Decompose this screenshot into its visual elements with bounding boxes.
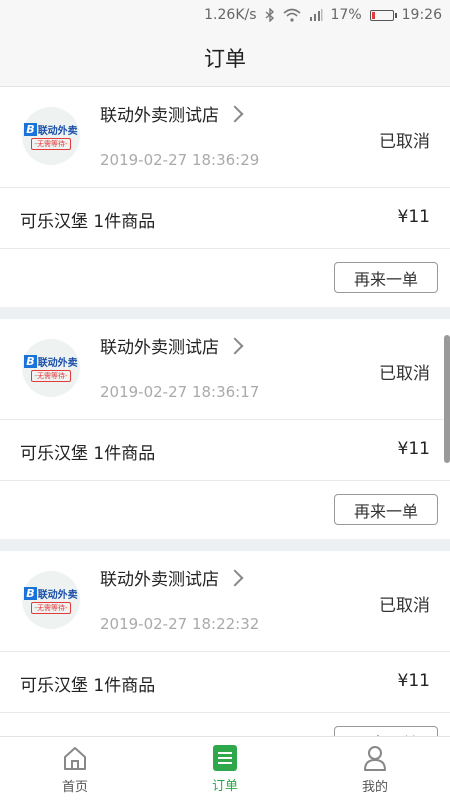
logo-slogan: -无需等待- — [31, 370, 71, 382]
tab-me-label: 我的 — [361, 780, 388, 795]
order-list[interactable]: B 联动外卖 -无需等待- 联动外卖测试店 2019-02-27 18:36:29… — [0, 87, 450, 736]
user-icon — [364, 746, 386, 771]
shop-name: 联动外卖测试店 — [100, 570, 219, 590]
tab-home[interactable]: 首页 — [0, 737, 150, 801]
chevron-right-icon — [226, 105, 244, 122]
logo-text: 联动外卖 — [37, 126, 78, 137]
battery-percent: 17% — [330, 7, 362, 23]
clock: 19:26 — [401, 7, 442, 23]
wifi-icon — [282, 8, 301, 22]
reorder-button[interactable]: 再来一单 — [334, 494, 438, 525]
logo-mark: B — [24, 355, 37, 368]
logo-mark: B — [24, 123, 37, 136]
orders-icon — [213, 745, 237, 771]
logo-mark: B — [24, 587, 37, 600]
scrollbar-thumb[interactable] — [444, 335, 450, 463]
order-card[interactable]: B 联动外卖 -无需等待- 联动外卖测试店 2019-02-27 18:36:17… — [0, 319, 450, 539]
order-items: 可乐汉堡 1件商品 — [20, 212, 156, 232]
logo-slogan: -无需等待- — [31, 602, 71, 614]
order-price: ¥11 — [397, 439, 430, 459]
order-items-row[interactable]: 可乐汉堡 1件商品 ¥11 — [0, 420, 450, 481]
battery-icon — [369, 9, 397, 21]
status-bar: 1.26K/s 17% 19:26 — [0, 0, 450, 30]
shop-logo: B 联动外卖 -无需等待- — [22, 339, 80, 397]
logo-text: 联动外卖 — [37, 590, 78, 601]
logo-slogan: -无需等待- — [31, 138, 71, 150]
order-shop-row[interactable]: B 联动外卖 -无需等待- 联动外卖测试店 2019-02-27 18:36:17… — [0, 319, 450, 420]
order-time: 2019-02-27 18:36:29 — [100, 151, 260, 169]
order-time: 2019-02-27 18:22:32 — [100, 615, 260, 633]
order-time: 2019-02-27 18:36:17 — [100, 383, 260, 401]
order-actions: 再来一单 — [0, 481, 450, 539]
order-status: 已取消 — [379, 364, 430, 384]
shop-logo: B 联动外卖 -无需等待- — [22, 571, 80, 629]
shop-name-link[interactable]: 联动外卖测试店 — [100, 333, 244, 358]
order-shop-row[interactable]: B 联动外卖 -无需等待- 联动外卖测试店 2019-02-27 18:36:29… — [0, 87, 450, 188]
order-actions: 再来一单 — [0, 249, 450, 307]
tab-orders-label: 订单 — [211, 779, 238, 794]
bluetooth-icon — [265, 8, 275, 22]
reorder-button[interactable]: 再来一单 — [334, 726, 438, 736]
order-separator — [0, 307, 450, 319]
chevron-right-icon — [226, 337, 244, 354]
chevron-right-icon — [226, 569, 244, 586]
order-items: 可乐汉堡 1件商品 — [20, 444, 156, 464]
order-actions: 再来一单 — [0, 713, 450, 736]
page-title: 订单 — [0, 30, 450, 87]
order-status: 已取消 — [379, 596, 430, 616]
shop-logo: B 联动外卖 -无需等待- — [22, 107, 80, 165]
order-price: ¥11 — [397, 671, 430, 691]
order-card[interactable]: B 联动外卖 -无需等待- 联动外卖测试店 2019-02-27 18:36:29… — [0, 87, 450, 307]
order-shop-row[interactable]: B 联动外卖 -无需等待- 联动外卖测试店 2019-02-27 18:22:32… — [0, 551, 450, 652]
order-card[interactable]: B 联动外卖 -无需等待- 联动外卖测试店 2019-02-27 18:22:32… — [0, 551, 450, 736]
order-items-row[interactable]: 可乐汉堡 1件商品 ¥11 — [0, 188, 450, 249]
signal-icon — [309, 8, 323, 22]
logo-text: 联动外卖 — [37, 358, 78, 369]
order-items: 可乐汉堡 1件商品 — [20, 676, 156, 696]
tab-me[interactable]: 我的 — [300, 737, 450, 801]
home-icon — [64, 747, 86, 770]
network-speed: 1.26K/s — [204, 7, 257, 23]
tab-home-label: 首页 — [61, 780, 88, 795]
shop-name: 联动外卖测试店 — [100, 106, 219, 126]
order-price: ¥11 — [397, 207, 430, 227]
shop-name-link[interactable]: 联动外卖测试店 — [100, 101, 244, 126]
order-separator — [0, 539, 450, 551]
shop-name-link[interactable]: 联动外卖测试店 — [100, 565, 244, 590]
tab-orders[interactable]: 订单 — [150, 737, 300, 801]
shop-name: 联动外卖测试店 — [100, 338, 219, 358]
reorder-button[interactable]: 再来一单 — [334, 262, 438, 293]
bottom-tab-bar: 首页 订单 我的 — [0, 736, 450, 801]
order-status: 已取消 — [379, 132, 430, 152]
order-items-row[interactable]: 可乐汉堡 1件商品 ¥11 — [0, 652, 450, 713]
